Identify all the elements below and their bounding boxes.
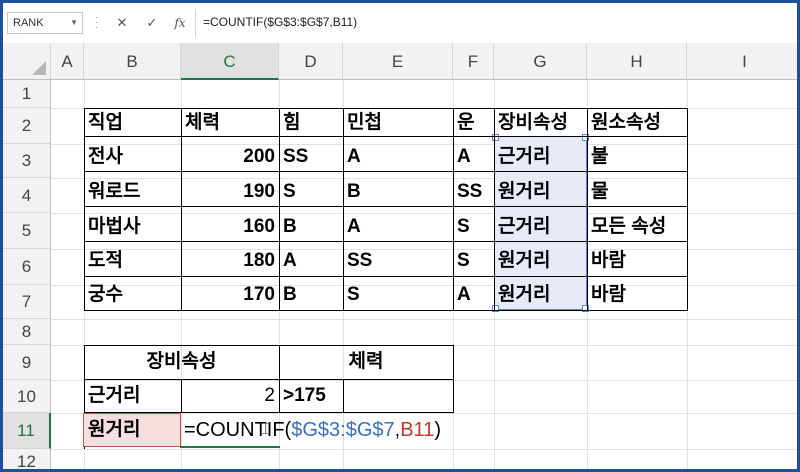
column-header-a[interactable]: A	[51, 43, 84, 80]
column-header-c[interactable]: C	[181, 43, 279, 80]
table-cell[interactable]: A	[453, 277, 494, 313]
table-cell[interactable]: 물	[587, 174, 687, 210]
table-cell[interactable]: 워로드	[84, 174, 181, 210]
row-header-2[interactable]: 2	[3, 108, 51, 144]
row-header-8[interactable]: 8	[3, 319, 51, 345]
row-header-9[interactable]: 9	[3, 345, 51, 380]
table-cell[interactable]: 도적	[84, 243, 181, 279]
name-box-value: RANK	[13, 17, 44, 29]
table-cell[interactable]: B	[279, 277, 343, 313]
table-cell[interactable]: 180	[181, 243, 279, 279]
select-all-button[interactable]	[3, 43, 51, 80]
table-cell[interactable]: 원거리	[494, 277, 587, 313]
gridline	[51, 449, 797, 450]
table-cell[interactable]: 190	[181, 174, 279, 210]
column-header-b[interactable]: B	[84, 43, 181, 80]
table-cell[interactable]: A	[343, 139, 453, 175]
formula-function: =COUNTIF(	[184, 419, 292, 441]
column-header-h[interactable]: H	[587, 43, 687, 80]
table-cell[interactable]: 근거리	[84, 378, 181, 414]
table-cell[interactable]: 원거리	[494, 174, 587, 210]
table-cell[interactable]: 160	[181, 209, 279, 245]
table-header-cell[interactable]: 힘	[279, 105, 343, 141]
table-cell[interactable]: SS	[453, 174, 494, 210]
table-cell[interactable]: 바람	[587, 243, 687, 279]
column-header-i[interactable]: I	[687, 43, 797, 80]
gridline	[51, 319, 797, 320]
table-cell[interactable]: S	[453, 243, 494, 279]
table-border	[343, 379, 344, 413]
table-header-cell[interactable]: 체력	[181, 105, 279, 141]
table-header-cell[interactable]: 원소속성	[587, 105, 687, 141]
table-cell[interactable]: 불	[587, 139, 687, 175]
table-cell[interactable]: SS	[343, 243, 453, 279]
table-cell[interactable]: B	[279, 209, 343, 245]
row-header-10[interactable]: 10	[3, 380, 51, 413]
insert-function-button[interactable]: fx	[171, 14, 189, 32]
row-header-5[interactable]: 5	[3, 213, 51, 249]
column-header-f[interactable]: F	[453, 43, 494, 80]
formula-close-paren: )	[434, 419, 441, 441]
table-cell[interactable]: >175	[279, 378, 343, 414]
table-cell[interactable]: 원거리	[84, 412, 181, 448]
table-cell[interactable]: 170	[181, 277, 279, 313]
table-cell[interactable]: 근거리	[494, 139, 587, 175]
formula-range-ref: $G$3:$G$7	[291, 419, 395, 441]
table-border	[453, 345, 454, 413]
formula-separator	[195, 9, 196, 37]
drag-handle-icon[interactable]: · · ·	[95, 13, 98, 33]
row-header-11[interactable]: 11	[3, 413, 51, 449]
row-header-4[interactable]: 4	[3, 178, 51, 213]
spreadsheet-window: RANK ▼ · · · ✕ ✓ fx =COUNTIF($G$3:$G$7,B11)…	[0, 0, 800, 472]
table-cell[interactable]: 궁수	[84, 277, 181, 313]
table-header-cell[interactable]: 장비속성	[494, 105, 587, 141]
check-icon: ✓	[146, 15, 158, 30]
row-header-12[interactable]: 12	[3, 449, 51, 469]
table-cell[interactable]: A	[453, 139, 494, 175]
table-cell[interactable]: A	[343, 209, 453, 245]
row-header-1[interactable]: 1	[3, 80, 51, 108]
in-cell-formula-editor[interactable]: =COUNTIF($G$3:$G$7,B11)	[184, 413, 441, 447]
table-header-cell[interactable]: 운	[453, 105, 494, 141]
enter-button[interactable]: ✓	[143, 14, 161, 32]
select-all-icon	[32, 61, 46, 75]
table-cell[interactable]: 마법사	[84, 209, 181, 245]
table-cell[interactable]: B	[343, 174, 453, 210]
table-cell[interactable]: 바람	[587, 277, 687, 313]
column-header-g[interactable]: G	[494, 43, 587, 80]
table-header-cell[interactable]: 민첩	[343, 105, 453, 141]
cancel-button[interactable]: ✕	[113, 14, 131, 32]
table-border	[687, 108, 688, 311]
row-header-3[interactable]: 3	[3, 144, 51, 178]
row-header-7[interactable]: 7	[3, 285, 51, 319]
close-icon: ✕	[116, 15, 128, 30]
table-cell[interactable]: 원거리	[494, 243, 587, 279]
table-cell[interactable]: S	[343, 277, 453, 313]
row-header-6[interactable]: 6	[3, 249, 51, 285]
table-header-cell[interactable]: 체력	[279, 344, 453, 380]
table-cell[interactable]: 전사	[84, 139, 181, 175]
table-cell[interactable]: 2	[181, 378, 279, 414]
chevron-down-icon[interactable]: ▼	[70, 13, 78, 33]
table-cell[interactable]: 200	[181, 139, 279, 175]
table-header-cell[interactable]: 장비속성	[84, 344, 279, 380]
name-box[interactable]: RANK ▼	[7, 12, 83, 34]
table-cell[interactable]: SS	[279, 139, 343, 175]
column-header-d[interactable]: D	[279, 43, 343, 80]
table-cell[interactable]: 모든 속성	[587, 209, 687, 245]
ibeam-cursor-icon: ⌶	[261, 421, 271, 438]
formula-bar: RANK ▼ · · · ✕ ✓ fx =COUNTIF($G$3:$G$7,B11)	[3, 3, 797, 44]
table-cell[interactable]: 근거리	[494, 209, 587, 245]
column-header-e[interactable]: E	[343, 43, 453, 80]
formula-input[interactable]: =COUNTIF($G$3:$G$7,B11)	[203, 15, 357, 29]
table-cell[interactable]: S	[279, 174, 343, 210]
table-cell[interactable]: A	[279, 243, 343, 279]
table-cell[interactable]: S	[453, 209, 494, 245]
fx-icon: fx	[174, 16, 186, 30]
formula-cell-ref: B11	[400, 419, 435, 441]
table-header-cell[interactable]: 직업	[84, 105, 181, 141]
